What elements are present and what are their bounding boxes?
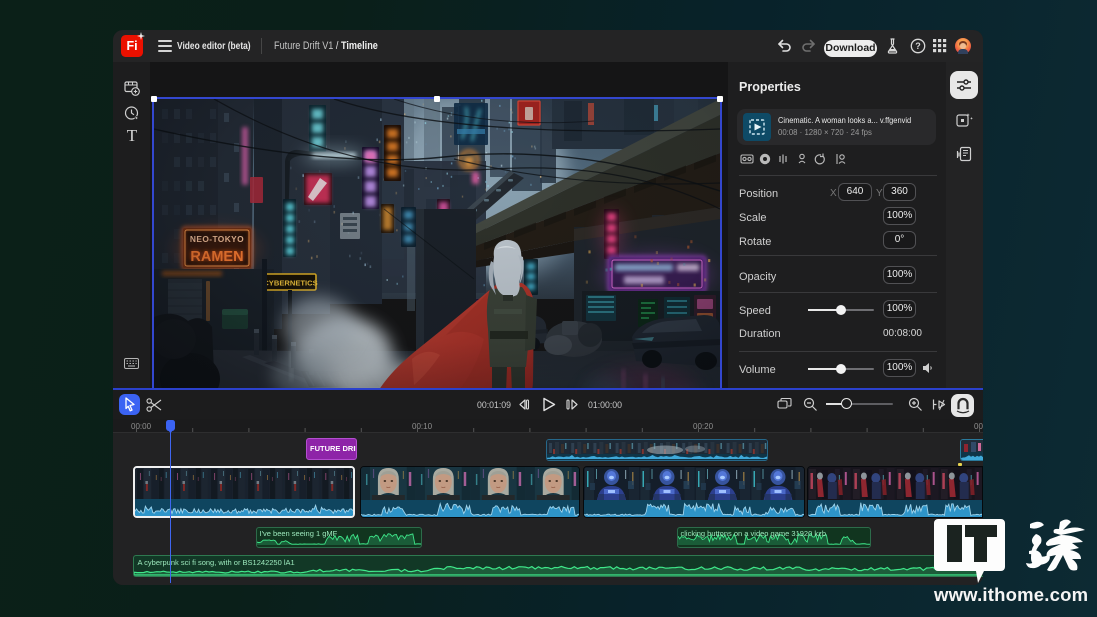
svg-text:?: ?	[915, 41, 921, 51]
